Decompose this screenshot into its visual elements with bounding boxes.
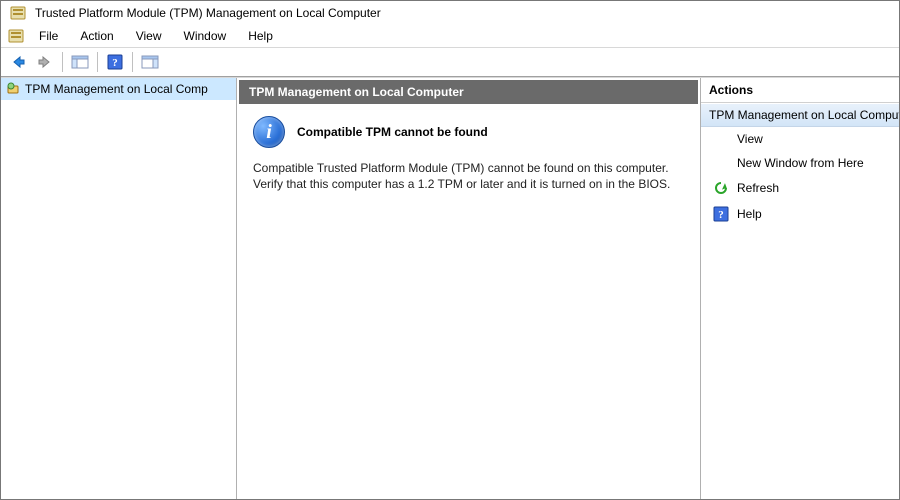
back-button[interactable] xyxy=(6,51,30,73)
menu-view[interactable]: View xyxy=(126,27,172,45)
actions-pane: Actions TPM Management on Local Computer… xyxy=(701,78,899,499)
action-label: Refresh xyxy=(737,181,779,195)
toolbar: ? xyxy=(1,47,899,77)
toolbar-separator xyxy=(97,52,98,72)
refresh-icon xyxy=(713,180,729,196)
tree-node-label: TPM Management on Local Comp xyxy=(25,82,208,96)
action-help[interactable]: ? Help xyxy=(701,201,899,227)
toolbar-separator xyxy=(132,52,133,72)
content-body: i Compatible TPM cannot be found Compati… xyxy=(239,104,698,497)
help-button[interactable]: ? xyxy=(103,51,127,73)
menu-window[interactable]: Window xyxy=(174,27,237,45)
menu-action[interactable]: Action xyxy=(70,27,123,45)
workspace: TPM Management on Local Comp TPM Managem… xyxy=(1,77,899,499)
action-label: New Window from Here xyxy=(737,156,864,170)
show-hide-tree-button[interactable] xyxy=(68,51,92,73)
svg-text:?: ? xyxy=(112,57,118,69)
help-icon: ? xyxy=(107,54,123,70)
app-icon xyxy=(7,5,29,21)
forward-button[interactable] xyxy=(33,51,57,73)
content-header: TPM Management on Local Computer xyxy=(239,80,698,104)
help-icon: ? xyxy=(713,206,729,222)
window-title: Trusted Platform Module (TPM) Management… xyxy=(35,6,381,20)
title-bar: Trusted Platform Module (TPM) Management… xyxy=(1,1,899,25)
action-view[interactable]: View xyxy=(701,127,899,151)
menu-bar: File Action View Window Help xyxy=(1,25,899,47)
tpm-node-icon xyxy=(5,81,21,97)
arrow-right-icon xyxy=(37,54,53,70)
action-refresh[interactable]: Refresh xyxy=(701,175,899,201)
alert-row: i Compatible TPM cannot be found xyxy=(253,116,684,148)
panel-tree-icon xyxy=(71,54,89,70)
alert-heading: Compatible TPM cannot be found xyxy=(297,125,488,139)
svg-text:?: ? xyxy=(718,209,724,221)
info-icon: i xyxy=(253,116,285,148)
menu-app-icon xyxy=(5,27,27,45)
tree-node-tpm[interactable]: TPM Management on Local Comp xyxy=(1,78,236,100)
show-hide-action-button[interactable] xyxy=(138,51,162,73)
tree-pane: TPM Management on Local Comp xyxy=(1,78,237,499)
content-pane: TPM Management on Local Computer i Compa… xyxy=(237,78,701,499)
action-label: Help xyxy=(737,207,762,221)
menu-help[interactable]: Help xyxy=(238,27,283,45)
actions-pane-title: Actions xyxy=(701,78,899,103)
toolbar-separator xyxy=(62,52,63,72)
arrow-left-icon xyxy=(10,54,26,70)
actions-section-header: TPM Management on Local Computer xyxy=(701,103,899,127)
menu-file[interactable]: File xyxy=(29,27,68,45)
alert-body-text: Compatible Trusted Platform Module (TPM)… xyxy=(253,160,683,192)
panel-action-icon xyxy=(141,54,159,70)
action-label: View xyxy=(737,132,763,146)
action-new-window[interactable]: New Window from Here xyxy=(701,151,899,175)
